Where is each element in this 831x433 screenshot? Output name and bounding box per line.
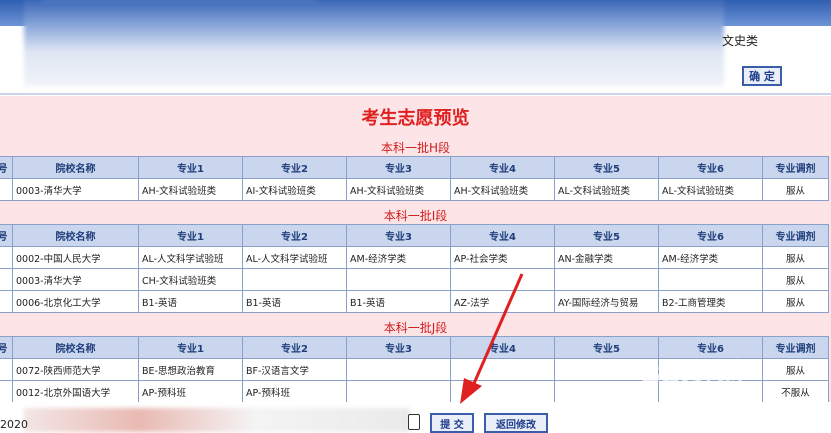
major-cell: [346, 268, 451, 291]
adjust-cell: 服从: [762, 358, 829, 381]
major-cell: B2-工商管理类: [658, 290, 763, 313]
major-cell: AH-文科试验班类: [138, 178, 243, 201]
column-header: 专业3: [346, 224, 451, 247]
row-index: 1: [0, 246, 13, 269]
column-header: 专业2: [242, 336, 347, 359]
row-index: 1: [0, 178, 13, 201]
major-cell: BE-思想政治教育: [138, 358, 243, 381]
column-header: 专业调剂: [762, 156, 829, 179]
column-header: 专业4: [450, 224, 555, 247]
adjust-cell: 不服从: [762, 380, 829, 403]
row-index: 3: [0, 290, 13, 313]
column-header: 专业1: [138, 336, 243, 359]
major-cell: B1-英语: [346, 290, 451, 313]
column-header: 专业6: [658, 156, 763, 179]
column-header: 专业3: [346, 156, 451, 179]
major-cell: [346, 380, 451, 403]
annotation-arrow-icon: [460, 273, 524, 404]
school-cell: 0003-清华大学: [12, 268, 139, 291]
column-header: 专业1: [138, 224, 243, 247]
major-cell: [242, 268, 347, 291]
major-cell: AL-人文科学试验班: [138, 246, 243, 269]
section-table-i: 序号 院校名称 专业1 专业2 专业3 专业4 专业5 专业6 专业调剂 1 0…: [0, 224, 829, 313]
adjust-cell: 服从: [762, 268, 829, 291]
major-cell: AI-文科试验班类: [242, 178, 347, 201]
column-header: 专业3: [346, 336, 451, 359]
adjust-cell: 服从: [762, 178, 829, 201]
column-header: 专业4: [450, 156, 555, 179]
section-table-h: 序号 院校名称 专业1 专业2 专业3 专业4 专业5 专业6 专业调剂 1 0…: [0, 156, 829, 201]
school-cell: 0003-清华大学: [12, 178, 139, 201]
major-cell: AL-文科试验班类: [658, 178, 763, 201]
watermark-url: jingyan.baidu.com: [668, 392, 761, 403]
column-header: 专业5: [554, 224, 659, 247]
major-cell: [346, 358, 451, 381]
major-cell: AY-国际经济与贸易: [554, 290, 659, 313]
column-header: 序号: [0, 156, 13, 179]
back-edit-button[interactable]: 返回修改: [484, 413, 548, 433]
blurred-header-area: [24, 0, 724, 86]
table-header-row: 序号 院校名称 专业1 专业2 专业3 专业4 专业5 专业6 专业调剂: [0, 224, 829, 247]
major-cell: B1-英语: [242, 290, 347, 313]
column-header: 序号: [0, 224, 13, 247]
divider: [0, 93, 831, 95]
school-cell: 0006-北京化工大学: [12, 290, 139, 313]
column-header: 院校名称: [12, 336, 139, 359]
major-cell: AM-经济学类: [658, 246, 763, 269]
blurred-footer-area: [24, 408, 410, 432]
table-row: 2 0003-清华大学 CH-文科试验班类 服从: [0, 268, 829, 291]
column-header: 专业2: [242, 224, 347, 247]
major-cell: AL-文科试验班类: [554, 178, 659, 201]
submit-button[interactable]: 提 交: [430, 413, 474, 433]
table-row: 1 0003-清华大学 AH-文科试验班类 AI-文科试验班类 AH-文科试验班…: [0, 178, 829, 201]
section-title-h: 本科一批H段: [380, 141, 451, 155]
agree-checkbox[interactable]: [408, 414, 420, 430]
year-text: 2020: [0, 418, 28, 431]
school-cell: 0012-北京外国语大学: [12, 380, 139, 403]
column-header: 院校名称: [12, 224, 139, 247]
major-cell: AP-社会学类: [450, 246, 555, 269]
major-cell: AP-预科班: [242, 380, 347, 403]
column-header: 专业5: [554, 156, 659, 179]
confirm-button[interactable]: 确 定: [742, 66, 782, 86]
adjust-cell: 服从: [762, 246, 829, 269]
column-header: 专业2: [242, 156, 347, 179]
major-cell: AH-文科试验班类: [346, 178, 451, 201]
column-header: 专业调剂: [762, 336, 829, 359]
school-cell: 0002-中国人民大学: [12, 246, 139, 269]
major-cell: AL-人文科学试验班: [242, 246, 347, 269]
column-header: 专业6: [658, 224, 763, 247]
major-cell: [658, 268, 763, 291]
watermark-logo: Bai经验: [640, 357, 746, 390]
column-header: 专业1: [138, 156, 243, 179]
major-cell: CH-文科试验班类: [138, 268, 243, 291]
table-row: 3 0006-北京化工大学 B1-英语 B1-英语 B1-英语 AZ-法学 AY…: [0, 290, 829, 313]
column-header: 序号: [0, 336, 13, 359]
section-title-j: 本科一批J段: [383, 321, 448, 335]
major-cell: B1-英语: [138, 290, 243, 313]
table-row: 1 0002-中国人民大学 AL-人文科学试验班 AL-人文科学试验班 AM-经…: [0, 246, 829, 269]
major-cell: BF-汉语言文学: [242, 358, 347, 381]
column-header: 院校名称: [12, 156, 139, 179]
column-header: 专业调剂: [762, 224, 829, 247]
major-cell: AN-金融学类: [554, 246, 659, 269]
section-title-i: 本科一批I段: [383, 209, 448, 223]
row-index: 2: [0, 380, 13, 403]
row-index: 2: [0, 268, 13, 291]
page-title: 考生志愿预览: [361, 108, 470, 129]
table-header-row: 序号 院校名称 专业1 专业2 专业3 专业4 专业5 专业6 专业调剂: [0, 156, 829, 179]
major-cell: [554, 268, 659, 291]
track-label: 文史类: [722, 34, 759, 48]
major-cell: AM-经济学类: [346, 246, 451, 269]
school-cell: 0072-陕西师范大学: [12, 358, 139, 381]
row-index: 1: [0, 358, 13, 381]
major-cell: AP-预科班: [138, 380, 243, 403]
adjust-cell: 服从: [762, 290, 829, 313]
major-cell: AH-文科试验班类: [450, 178, 555, 201]
